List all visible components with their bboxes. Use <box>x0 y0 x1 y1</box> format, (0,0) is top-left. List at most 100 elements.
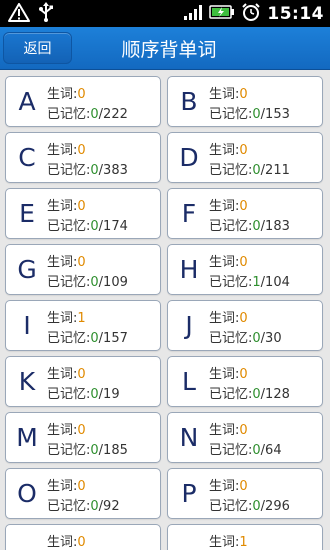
memorized-line: 已记忆:0/109 <box>47 271 128 290</box>
total-count: /174 <box>98 219 128 234</box>
memorized-label: 已记忆: <box>47 107 91 122</box>
letter-card[interactable]: A 生词:0 已记忆:0/222 <box>5 76 161 127</box>
letter-label: D <box>179 143 199 172</box>
memorized-label: 已记忆: <box>47 275 91 290</box>
letter-card[interactable]: D 生词:0 已记忆:0/211 <box>167 132 323 183</box>
letter-label: E <box>19 199 35 228</box>
memorized-count: 0 <box>90 275 99 290</box>
letter-label: K <box>18 367 36 396</box>
letter-card[interactable]: O 生词:0 已记忆:0/92 <box>5 468 161 519</box>
letter-card[interactable]: F 生词:0 已记忆:0/183 <box>167 188 323 239</box>
memorized-count: 0 <box>90 331 99 346</box>
clock-time: 15:14 <box>267 4 324 24</box>
letter-label: J <box>185 311 193 340</box>
new-words-count: 0 <box>239 423 248 438</box>
letter-card[interactable]: H 生词:0 已记忆:1/104 <box>167 244 323 295</box>
new-words-line: 生词:1 <box>47 307 86 326</box>
total-count: /185 <box>98 443 128 458</box>
letter-label: H <box>179 255 199 284</box>
new-words-line: 生词:0 <box>209 363 248 382</box>
total-count: /109 <box>98 275 128 290</box>
new-words-count: 0 <box>77 199 86 214</box>
letter-label: G <box>17 255 37 284</box>
new-words-label: 生词: <box>209 311 240 326</box>
total-count: /211 <box>260 163 290 178</box>
letter-card[interactable]: B 生词:0 已记忆:0/153 <box>167 76 323 127</box>
total-count: /153 <box>260 107 290 122</box>
letter-card[interactable]: 生词:1 <box>167 524 323 550</box>
status-bar: 15:14 <box>0 0 330 27</box>
letter-label: A <box>18 87 36 116</box>
memorized-line: 已记忆:0/183 <box>209 215 290 234</box>
letter-grid: A 生词:0 已记忆:0/222 B 生词:0 已记忆:0/153 C 生词:0 已记忆:0/3… <box>0 70 330 550</box>
memorized-label: 已记忆: <box>209 443 253 458</box>
memorized-label: 已记忆: <box>209 163 253 178</box>
letter-card[interactable]: K 生词:0 已记忆:0/19 <box>5 356 161 407</box>
new-words-label: 生词: <box>209 255 240 270</box>
total-count: /383 <box>98 163 128 178</box>
new-words-count: 0 <box>77 367 86 382</box>
memorized-count: 0 <box>252 219 261 234</box>
new-words-count: 0 <box>239 479 248 494</box>
letter-card[interactable]: I 生词:1 已记忆:0/157 <box>5 300 161 351</box>
memorized-label: 已记忆: <box>209 387 253 402</box>
back-button[interactable]: 返回 <box>3 32 72 64</box>
letter-card[interactable]: 生词:0 <box>5 524 161 550</box>
memorized-label: 已记忆: <box>47 499 91 514</box>
memorized-label: 已记忆: <box>209 275 253 290</box>
status-bar-right: 15:14 <box>183 3 324 25</box>
letter-label: L <box>182 367 196 396</box>
new-words-label: 生词: <box>47 255 78 270</box>
memorized-label: 已记忆: <box>47 163 91 178</box>
memorized-line: 已记忆:0/19 <box>47 383 120 402</box>
total-count: /128 <box>260 387 290 402</box>
status-bar-left <box>8 2 54 26</box>
new-words-line: 生词:0 <box>47 251 86 270</box>
new-words-count: 0 <box>77 143 86 158</box>
new-words-count: 1 <box>239 535 248 550</box>
letter-card[interactable]: C 生词:0 已记忆:0/383 <box>5 132 161 183</box>
new-words-count: 0 <box>239 311 248 326</box>
letter-card[interactable]: L 生词:0 已记忆:0/128 <box>167 356 323 407</box>
new-words-line: 生词:0 <box>209 139 248 158</box>
letter-card[interactable]: G 生词:0 已记忆:0/109 <box>5 244 161 295</box>
memorized-line: 已记忆:0/185 <box>47 439 128 458</box>
signal-icon <box>183 3 203 25</box>
letter-card[interactable]: M 生词:0 已记忆:0/185 <box>5 412 161 463</box>
letter-card[interactable]: N 生词:0 已记忆:0/64 <box>167 412 323 463</box>
memorized-label: 已记忆: <box>209 331 253 346</box>
memorized-line: 已记忆:0/296 <box>209 495 290 514</box>
new-words-label: 生词: <box>209 143 240 158</box>
new-words-count: 0 <box>77 423 86 438</box>
new-words-line: 生词:0 <box>47 363 86 382</box>
letter-label <box>6 525 48 550</box>
total-count: /30 <box>260 331 282 346</box>
memorized-line: 已记忆:0/92 <box>47 495 120 514</box>
new-words-label: 生词: <box>47 199 78 214</box>
total-count: /157 <box>98 331 128 346</box>
memorized-count: 0 <box>90 163 99 178</box>
memorized-count: 0 <box>252 387 261 402</box>
memorized-count: 0 <box>252 163 261 178</box>
new-words-line: 生词:0 <box>209 419 248 438</box>
alarm-clock-icon <box>241 2 261 26</box>
total-count: /64 <box>260 443 282 458</box>
memorized-label: 已记忆: <box>47 387 91 402</box>
new-words-label: 生词: <box>209 199 240 214</box>
new-words-count: 0 <box>77 255 86 270</box>
letter-label: C <box>18 143 36 172</box>
letter-card[interactable]: P 生词:0 已记忆:0/296 <box>167 468 323 519</box>
letter-label: F <box>181 199 197 228</box>
letter-label: O <box>17 479 37 508</box>
new-words-count: 0 <box>239 367 248 382</box>
title-bar: 顺序背单词 返回 <box>0 27 330 70</box>
memorized-line: 已记忆:0/174 <box>47 215 128 234</box>
new-words-label: 生词: <box>209 367 240 382</box>
letter-card[interactable]: E 生词:0 已记忆:0/174 <box>5 188 161 239</box>
new-words-count: 1 <box>77 311 86 326</box>
memorized-label: 已记忆: <box>47 331 91 346</box>
letter-card[interactable]: J 生词:0 已记忆:0/30 <box>167 300 323 351</box>
warning-icon <box>8 2 30 26</box>
new-words-label: 生词: <box>47 535 78 550</box>
new-words-count: 0 <box>239 199 248 214</box>
